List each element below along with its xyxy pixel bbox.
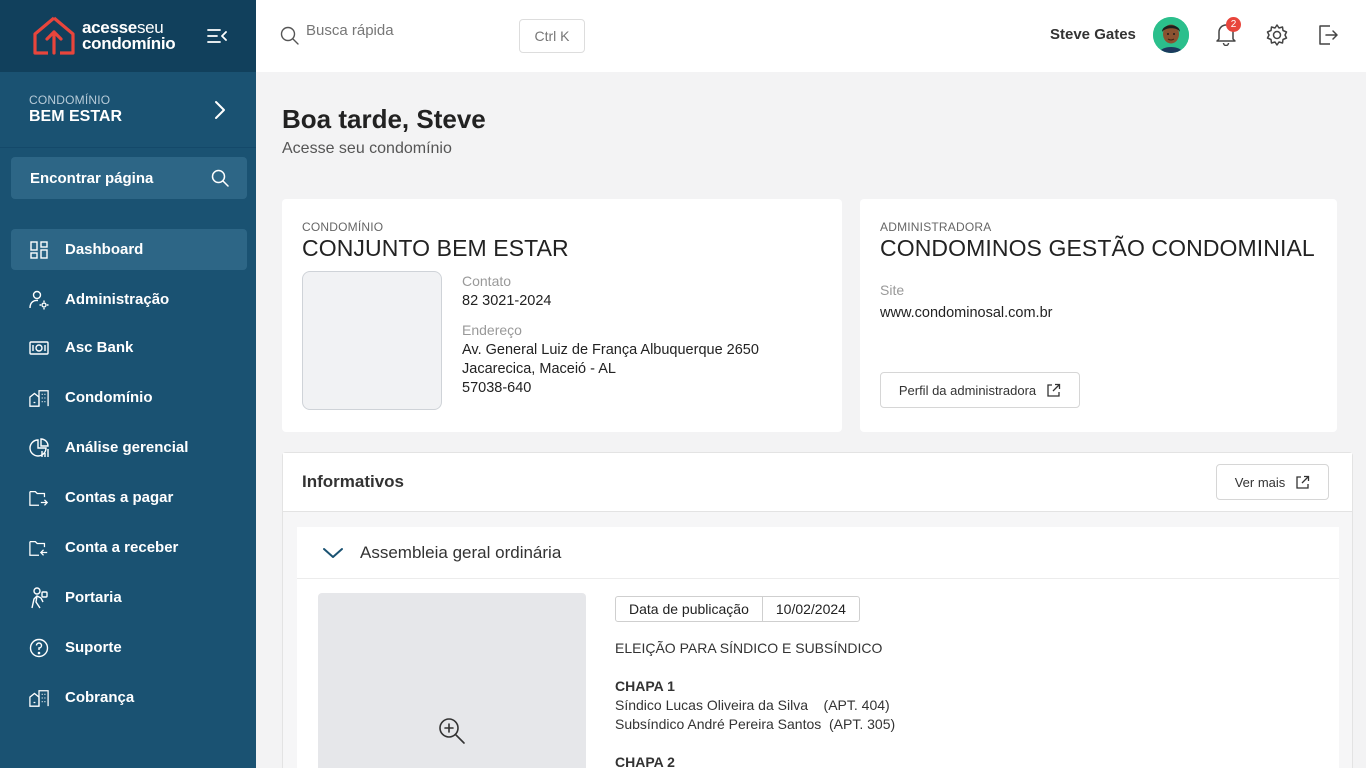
see-more-button[interactable]: Ver mais xyxy=(1216,464,1329,500)
address-line-1: Av. General Luiz de França Albuquerque 2… xyxy=(462,342,759,358)
logout-icon[interactable] xyxy=(1317,24,1339,46)
sidebar-item-label: Administração xyxy=(65,291,170,308)
site-label: Site xyxy=(880,282,905,298)
user-name[interactable]: Steve Gates xyxy=(1050,26,1136,43)
sidebar-item-dashboard[interactable]: Dashboard xyxy=(11,229,247,270)
zoom-in-icon xyxy=(439,718,465,744)
sidebar-item-label: Suporte xyxy=(65,639,122,656)
chevron-right-icon xyxy=(215,100,225,119)
brand-text-3: condomínio xyxy=(82,34,176,53)
chapa-1-title: CHAPA 1 xyxy=(615,678,675,694)
condo-card: CONDOMÍNIO CONJUNTO BEM ESTAR Contato 82… xyxy=(282,199,842,432)
help-icon xyxy=(29,638,49,658)
dashboard-icon xyxy=(29,240,49,260)
payable-icon xyxy=(29,488,49,508)
chapa-2-title: CHAPA 2 xyxy=(615,754,675,768)
see-more-label: Ver mais xyxy=(1234,474,1286,490)
informativo-accordion-toggle[interactable]: Assembleia geral ordinária xyxy=(297,527,1339,579)
sidebar-nav: Dashboard Administração Asc Bank Condomí… xyxy=(11,229,247,727)
admin-profile-button[interactable]: Perfil da administradora xyxy=(880,372,1080,408)
brand-logo[interactable]: acesseseu condomínio xyxy=(30,15,176,57)
billing-building-icon xyxy=(29,688,49,708)
condo-selector[interactable]: CONDOMÍNIO BEM ESTAR xyxy=(0,72,256,148)
condo-label: CONDOMÍNIO xyxy=(29,93,111,107)
concierge-icon xyxy=(29,586,49,608)
gear-icon[interactable] xyxy=(1265,23,1289,47)
sidebar-item-asc-bank[interactable]: Asc Bank xyxy=(11,327,247,368)
informativo-headline: ELEIÇÃO PARA SÍNDICO E SUBSÍNDICO xyxy=(615,640,883,656)
sidebar-item-suporte[interactable]: Suporte xyxy=(11,627,247,668)
contact-label: Contato xyxy=(462,273,512,289)
admin-gear-icon xyxy=(29,290,49,310)
address-label: Endereço xyxy=(462,322,522,338)
condo-card-label: CONDOMÍNIO xyxy=(302,220,384,234)
sidebar-item-condominio[interactable]: Condomínio xyxy=(11,377,247,418)
building-icon xyxy=(29,388,49,408)
informativos-header: Informativos Ver mais xyxy=(283,453,1352,512)
bank-icon xyxy=(29,338,49,358)
sidebar-item-contas-a-pagar[interactable]: Contas a pagar xyxy=(11,477,247,518)
informativos-panel: Informativos Ver mais Assembleia geral o… xyxy=(282,452,1353,768)
sidebar: acesseseu condomínio CONDOMÍNIO BEM ESTA… xyxy=(0,0,256,768)
admin-card: ADMINISTRADORA CONDOMINOS GESTÃO CONDOMI… xyxy=(860,199,1337,432)
contact-value: 82 3021-2024 xyxy=(462,293,552,309)
find-page-label: Encontrar página xyxy=(30,169,154,187)
find-page-input[interactable]: Encontrar página xyxy=(11,157,247,199)
sidebar-item-label: Asc Bank xyxy=(65,339,134,356)
sidebar-item-label: Cobrança xyxy=(65,689,135,706)
user-avatar-icon xyxy=(1153,17,1189,53)
site-value[interactable]: www.condominosal.com.br xyxy=(880,304,1052,323)
search-shortcut-hint: Ctrl K xyxy=(519,19,585,53)
admin-card-label: ADMINISTRADORA xyxy=(880,220,992,234)
sidebar-item-portaria[interactable]: Portaria xyxy=(11,577,247,618)
publication-date-value: 10/02/2024 xyxy=(761,597,859,621)
chapa-1-line-2: Subsíndico André Pereira Santos (APT. 30… xyxy=(615,716,896,732)
sidebar-item-conta-a-receber[interactable]: Conta a receber xyxy=(11,527,247,568)
informativo-body: ELEIÇÃO PARA SÍNDICO E SUBSÍNDICO CHAPA … xyxy=(615,639,895,768)
avatar[interactable] xyxy=(1153,17,1189,53)
quick-search-input[interactable] xyxy=(306,22,506,39)
sidebar-item-analise-gerencial[interactable]: Análise gerencial xyxy=(11,427,247,468)
sidebar-item-administracao[interactable]: Administração xyxy=(11,279,247,320)
publication-date: Data de publicação 10/02/2024 xyxy=(615,596,860,622)
informativo-image[interactable] xyxy=(318,593,586,768)
informativo-item: Assembleia geral ordinária Data de publi… xyxy=(297,527,1339,768)
condo-photo-placeholder xyxy=(302,271,442,410)
admin-profile-button-label: Perfil da administradora xyxy=(898,382,1037,398)
external-link-icon xyxy=(1296,475,1310,489)
house-logo-icon xyxy=(33,16,75,55)
address-line-2: Jacarecica, Maceió - AL xyxy=(462,361,616,377)
chevron-down-icon xyxy=(323,547,343,558)
chapa-1-line-1: Síndico Lucas Oliveira da Silva (APT. 40… xyxy=(615,697,890,713)
receivable-icon xyxy=(29,538,49,558)
sidebar-item-cobranca[interactable]: Cobrança xyxy=(11,677,247,718)
page-title: Boa tarde, Steve xyxy=(282,104,486,134)
sidebar-item-label: Análise gerencial xyxy=(65,439,189,456)
collapse-menu-button[interactable] xyxy=(206,25,228,47)
sidebar-item-label: Dashboard xyxy=(65,241,144,258)
search-icon xyxy=(280,26,299,45)
condo-card-name: CONJUNTO BEM ESTAR xyxy=(302,235,569,261)
menu-collapse-icon xyxy=(207,29,227,43)
page-subtitle: Acesse seu condomínio xyxy=(282,140,452,157)
sidebar-item-label: Contas a pagar xyxy=(65,489,174,506)
sidebar-header: acesseseu condomínio xyxy=(0,0,256,72)
sidebar-item-label: Portaria xyxy=(65,589,122,606)
condo-name: BEM ESTAR xyxy=(29,108,123,125)
analytics-icon xyxy=(29,437,49,458)
address-line-3: 57038-640 xyxy=(462,380,532,396)
search-icon xyxy=(211,169,229,187)
external-link-icon xyxy=(1047,383,1061,397)
top-header: Ctrl K Steve Gates 2 xyxy=(256,0,1366,72)
publication-date-label: Data de publicação xyxy=(629,601,749,617)
informativo-title: Assembleia geral ordinária xyxy=(360,542,562,562)
sidebar-item-label: Condomínio xyxy=(65,389,153,406)
sidebar-item-label: Conta a receber xyxy=(65,539,179,556)
notification-badge: 2 xyxy=(1226,17,1241,32)
informativos-title: Informativos xyxy=(302,472,405,491)
admin-card-name: CONDOMINOS GESTÃO CONDOMINIAL xyxy=(880,235,1315,261)
